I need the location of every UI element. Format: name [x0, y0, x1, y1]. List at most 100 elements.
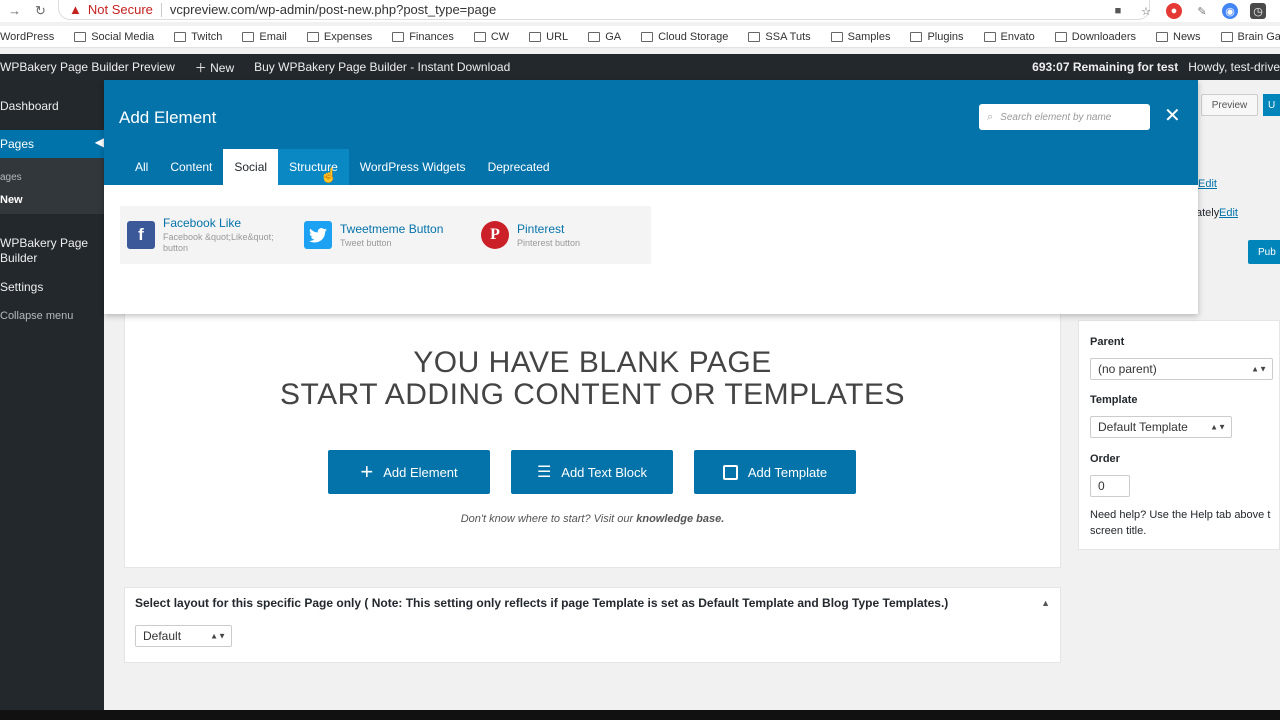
record-extension-icon[interactable]: ● — [1166, 3, 1182, 19]
twitter-icon — [304, 221, 332, 249]
bookmark-item[interactable]: GA — [588, 31, 621, 43]
template-select[interactable]: Default Template ▲▼ — [1090, 416, 1232, 438]
extension-icon[interactable]: ◉ — [1222, 3, 1238, 19]
sidebar-item-settings[interactable]: Settings — [0, 280, 43, 294]
parent-select[interactable]: (no parent) ▲▼ — [1090, 358, 1273, 380]
select-arrows-icon: ▲▼ — [1210, 422, 1226, 432]
new-content-link[interactable]: ＋ New — [195, 59, 234, 76]
element-facebook-like[interactable]: f Facebook Like Facebook &quot;Like&quot; … — [120, 206, 297, 264]
folder-icon — [748, 31, 761, 42]
layout-label: Select layout for this specific Page onl… — [135, 596, 949, 610]
template-label: Template — [1090, 394, 1138, 406]
tab-content[interactable]: Content — [159, 149, 223, 185]
edit-link[interactable]: Edit — [1198, 178, 1217, 190]
template-icon — [722, 464, 738, 480]
folder-icon — [1054, 31, 1067, 42]
reload-icon[interactable]: ↻ — [35, 3, 46, 19]
tab-deprecated[interactable]: Deprecated — [477, 149, 561, 185]
bookmark-item[interactable]: Brain Games — [1220, 31, 1280, 43]
layout-settings-panel: Select layout for this specific Page onl… — [124, 587, 1061, 663]
sidebar-item-wpbakery[interactable]: WPBakery Page Builder — [0, 236, 100, 266]
element-search-input[interactable]: ⌕ Search element by name — [979, 104, 1150, 130]
add-text-block-button[interactable]: ☰ Add Text Block — [511, 450, 673, 494]
bookmark-item[interactable]: Expenses — [306, 31, 372, 43]
back-arrow-icon[interactable]: → — [8, 3, 21, 19]
ately-text: ately — [1196, 207, 1220, 219]
collapse-menu-button[interactable]: Collapse menu — [0, 310, 73, 322]
bookmark-item[interactable]: Cloud Storage — [641, 31, 728, 43]
star-icon[interactable]: ☆ — [1138, 3, 1154, 19]
howdy-user-link[interactable]: Howdy, test-drive — [1188, 60, 1280, 74]
text-lines-icon: ☰ — [536, 464, 552, 481]
caret-left-icon: ◀ — [94, 135, 104, 149]
facebook-icon: f — [127, 221, 155, 249]
bookmark-item[interactable]: Finances — [392, 31, 454, 43]
sidebar-sub-add-new[interactable]: New — [0, 194, 23, 206]
bookmark-item[interactable]: Social Media — [74, 31, 154, 43]
bookmark-item[interactable]: Email — [242, 31, 287, 43]
help-text: Need help? Use the Help tab above t scre… — [1090, 509, 1271, 537]
element-description: Facebook &quot;Like&quot; button — [163, 232, 274, 253]
sidebar-item-pages-active[interactable]: Pages ◀ — [0, 130, 104, 158]
bookmark-item[interactable]: Envato — [983, 31, 1035, 43]
timer-extension-icon[interactable]: ◷ — [1250, 3, 1266, 19]
sidebar-submenu: ages New — [0, 158, 104, 214]
collapse-triangle-icon[interactable]: ▲ — [1041, 598, 1050, 608]
parent-label: Parent — [1090, 336, 1125, 348]
bookmark-item[interactable]: URL — [529, 31, 568, 43]
folder-icon — [529, 31, 542, 42]
bookmark-item[interactable]: CW — [473, 31, 509, 43]
order-input[interactable]: 0 — [1090, 475, 1130, 497]
browser-toolbar: → ↻ ▲ Not Secure vcpreview.com/wp-admin/… — [0, 0, 1280, 22]
tab-social[interactable]: Social — [223, 149, 279, 185]
sidebar-sub-all-pages[interactable]: ages — [0, 172, 22, 183]
add-element-modal: Add Element ⌕ Search element by name ✕ A… — [104, 80, 1198, 314]
bookmark-item[interactable]: Samples — [830, 31, 890, 43]
select-arrows-icon: ▲▼ — [210, 631, 226, 641]
address-bar[interactable]: ▲ Not Secure vcpreview.com/wp-admin/post… — [58, 0, 1150, 20]
folder-icon — [1156, 31, 1168, 42]
help-hint: Don't know where to start? Visit our kno… — [460, 513, 725, 525]
page-attributes-panel: Parent (no parent) ▲▼ Template Default T… — [1078, 320, 1280, 550]
add-element-button[interactable]: + Add Element — [328, 450, 490, 494]
bookmark-item[interactable]: Plugins — [910, 31, 964, 43]
element-description: Tweet button — [340, 237, 392, 248]
bookmark-item[interactable]: SSA Tuts — [748, 31, 811, 43]
bookmark-item[interactable]: Downloaders — [1054, 31, 1136, 43]
bookmark-item[interactable]: WordPress — [0, 31, 54, 43]
layout-select[interactable]: Default ▲▼ — [135, 625, 232, 647]
site-name-link[interactable]: WPBakery Page Builder Preview — [0, 60, 175, 74]
tab-all[interactable]: All — [124, 149, 159, 185]
bookmark-item[interactable]: News — [1156, 31, 1201, 43]
tab-structure[interactable]: Structure — [278, 149, 349, 185]
update-button[interactable]: U — [1263, 94, 1280, 116]
edit-link-2[interactable]: Edit — [1219, 207, 1238, 219]
not-secure-label: Not Secure — [87, 2, 153, 17]
folder-icon — [306, 31, 319, 42]
remaining-timer: 693:07 Remaining for test — [1032, 60, 1179, 74]
buy-link[interactable]: Buy WPBakery Page Builder - Instant Down… — [254, 60, 510, 74]
category-tabs: All Content Social Structure WordPress Widge… — [124, 149, 561, 185]
folder-icon — [641, 31, 654, 42]
sidebar-item-dashboard[interactable]: Dashboard — [0, 99, 59, 113]
element-list: f Facebook Like Facebook &quot;Like&quot; … — [120, 206, 651, 264]
bookmark-item[interactable]: Twitch — [174, 31, 222, 43]
knowledge-base-link[interactable]: knowledge base. — [636, 513, 724, 525]
preview-button[interactable]: Preview — [1201, 94, 1258, 116]
publish-button[interactable]: Pub — [1248, 240, 1280, 264]
modal-header: Add Element ⌕ Search element by name ✕ A… — [104, 80, 1198, 185]
folder-icon — [174, 31, 187, 42]
order-label: Order — [1090, 453, 1120, 465]
add-template-button[interactable]: Add Template — [694, 450, 856, 494]
camera-icon[interactable]: ■ — [1110, 3, 1126, 19]
blank-page-message: YOU HAVE BLANK PAGE START ADDING CONTENT… — [280, 346, 905, 411]
close-icon[interactable]: ✕ — [1164, 104, 1181, 128]
tab-wordpress-widgets[interactable]: WordPress Widgets — [349, 149, 477, 185]
select-arrows-icon: ▲▼ — [1251, 364, 1267, 374]
eyedropper-icon[interactable]: ✎ — [1194, 3, 1210, 19]
element-pinterest[interactable]: P Pinterest Pinterest button — [474, 206, 651, 264]
url-text: vcpreview.com/wp-admin/post-new.php?post… — [169, 2, 497, 17]
folder-icon — [588, 31, 601, 42]
sidebar-item-pages-label: Pages — [0, 137, 35, 151]
element-tweetmeme-button[interactable]: Tweetmeme Button Tweet button — [297, 206, 474, 264]
